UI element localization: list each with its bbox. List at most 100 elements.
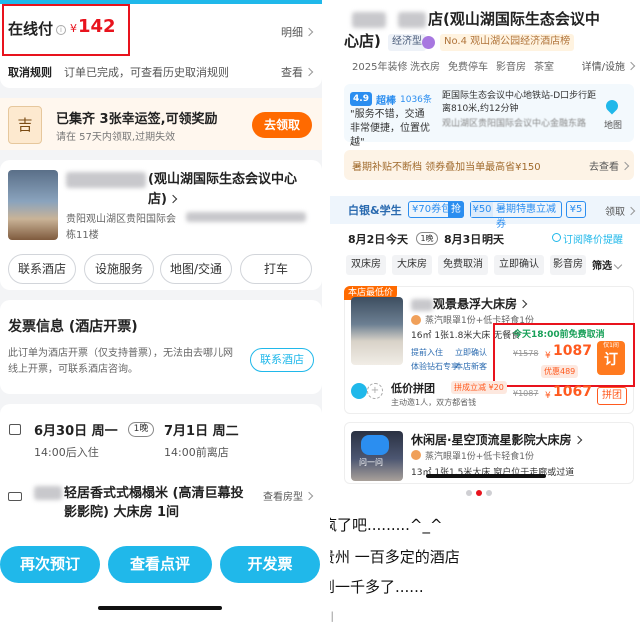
- summer-subsidy-banner[interactable]: 暑期补贴不断档 领券叠加当单最高省¥150 去查看: [344, 150, 634, 180]
- issue-invoice-button[interactable]: 开发票: [220, 546, 320, 583]
- redacted-title-a: [352, 12, 386, 28]
- caption-area: 疯了吧.........^_^ 贵州 一百多定的酒店 到一千多了...... 川: [330, 484, 640, 624]
- hotel-address: 贵阳观山湖区贵阳国际会: [66, 214, 176, 225]
- summer-coupon-amount: ¥50: [471, 202, 493, 217]
- view-room-link[interactable]: 查看房型: [263, 488, 314, 503]
- filter-twin-room[interactable]: 双床房: [346, 255, 386, 275]
- assistant-icon[interactable]: [361, 435, 389, 455]
- nights-badge: 1晚: [128, 422, 154, 437]
- price-alert-link[interactable]: 订阅降价提醒: [563, 231, 623, 246]
- perk-diamond: 体验钻石专享: [411, 362, 459, 371]
- collect-text: 领取: [605, 207, 625, 218]
- cancel-rule-link[interactable]: 查看: [281, 64, 314, 80]
- perk-new-guest: 本店新客: [455, 362, 487, 371]
- coupon-pack-text: ¥70券包: [412, 204, 452, 215]
- checkout-time: 14:00前离店: [164, 446, 229, 459]
- hotel-name[interactable]: (观山湖国际生态会议中心店): [148, 170, 308, 210]
- filter-button[interactable]: 筛选: [592, 257, 623, 272]
- perk-instant-confirm: 立即确认: [455, 348, 487, 357]
- checkin-date: 6月30日 周一: [34, 424, 118, 439]
- group-buy-button[interactable]: 拼团: [597, 387, 627, 405]
- cancel-rule-link-text: 查看: [281, 66, 303, 79]
- hotel-title-line2: 心店): [344, 32, 381, 50]
- nights-badge: 1晚: [416, 232, 438, 245]
- review-level: 超棒: [376, 96, 396, 107]
- assistant-label[interactable]: 问一问: [359, 457, 383, 468]
- summer-coupon[interactable]: ¥50 暑期特惠立减券: [470, 201, 562, 230]
- room1-name[interactable]: 观景悬浮大床房: [433, 295, 528, 312]
- group-buy-title: 低价拼团: [391, 382, 435, 395]
- rebook-button[interactable]: 再次预订: [0, 546, 100, 583]
- claim-reward-button[interactable]: 去领取: [252, 112, 312, 138]
- hotel-type-tag: 经济型: [388, 34, 426, 51]
- room-card-1[interactable]: 本店最低价 观景悬浮大床房 蒸汽眼罩1份+低卡轻食1份 16㎡ 1张1.8米大床…: [344, 286, 635, 414]
- feature-theater: 影音房: [496, 62, 526, 73]
- taxi-button[interactable]: 打车: [240, 254, 312, 284]
- chevron-right-icon: [304, 491, 314, 501]
- checkout-date: 7月1日 周二: [164, 424, 239, 439]
- checkin-day: 今天: [386, 233, 408, 246]
- pager-dot-3: [486, 490, 492, 496]
- caption-line-2: 贵州 一百多定的酒店: [330, 548, 460, 566]
- map-pin-icon: [603, 97, 621, 115]
- invoice-card: 发票信息 (酒店开票) 此订单为酒店开票（仅支持普票），无法由去哪儿网线上开票，…: [0, 300, 322, 394]
- hotel-detail-content: 店(观山湖国际生态会议中 心店) 经济型 No.4 观山湖公园经济酒店榜 202…: [330, 0, 640, 484]
- hotel-title-line1: 店(观山湖国际生态会议中: [428, 10, 600, 28]
- details-facilities-link[interactable]: 详情/设施: [582, 58, 636, 73]
- chevron-down-icon: [613, 260, 623, 270]
- hotel-detail-screen: 店(观山湖国际生态会议中 心店) 经济型 No.4 观山湖公园经济酒店榜 202…: [330, 0, 640, 624]
- diamond-icon: [422, 36, 435, 49]
- collect-coupons-link[interactable]: 领取: [605, 203, 636, 218]
- payment-detail-link[interactable]: 明细: [281, 24, 314, 40]
- filter-free-cancel[interactable]: 免费取消: [438, 255, 488, 275]
- feature-renovation: 2025年装修: [352, 62, 408, 73]
- filter-king-room[interactable]: 大床房: [392, 255, 432, 275]
- hotel-name-text: (观山湖国际生态会议中心店): [148, 172, 297, 207]
- promo-subtitle: 请在 57天内领取,过期失效: [56, 132, 176, 143]
- subsidy-link[interactable]: 去查看: [589, 158, 630, 173]
- facilities-button[interactable]: 设施服务: [84, 254, 154, 284]
- feature-parking: 免费停车: [448, 62, 488, 73]
- contact-hotel-button[interactable]: 联系酒店: [8, 254, 76, 284]
- caption-line-1: 疯了吧.........^_^: [330, 516, 443, 534]
- filter-text: 筛选: [592, 261, 612, 272]
- checkout-date[interactable]: 8月3日: [444, 231, 481, 247]
- room2-name[interactable]: 休闲居·星空顶流星影院大床房: [411, 431, 582, 448]
- chevron-right-icon: [168, 194, 178, 204]
- room-photo-1: [351, 297, 403, 365]
- highlight-box: [2, 4, 130, 56]
- redacted-title-b: [398, 12, 426, 28]
- hotel-address-tail: 栋11楼: [66, 230, 99, 241]
- coupon-small[interactable]: ¥5: [566, 201, 586, 218]
- view-reviews-button[interactable]: 查看点评: [108, 546, 212, 583]
- map-label: 地图: [604, 121, 623, 131]
- group-buy-sub: 主动邀1人，双方都省钱: [391, 398, 477, 407]
- filter-theater[interactable]: 影音房: [550, 255, 586, 275]
- hotel-rank-tag[interactable]: No.4 观山湖公园经济酒店榜: [440, 34, 575, 51]
- subsidy-text: 暑期补贴不断档 领券叠加当单最高省¥150: [352, 162, 541, 173]
- gift-icon: [411, 315, 421, 325]
- map-traffic-button[interactable]: 地图/交通: [160, 254, 232, 284]
- redacted-room-prefix: [34, 486, 62, 500]
- review-location-card[interactable]: 4.9 超棒 1036条 "服务不错，交通非常便捷，位置优越" 距国际生态会议中…: [344, 84, 634, 148]
- subsidy-link-text: 去查看: [589, 162, 619, 173]
- checkin-date[interactable]: 8月2日: [348, 231, 385, 247]
- filter-instant-confirm[interactable]: 立即确认: [494, 255, 544, 275]
- review-score: 4.9: [350, 92, 372, 106]
- chevron-right-icon: [620, 161, 630, 171]
- grab-coupon-button[interactable]: 抢: [448, 201, 464, 218]
- payment-card: 在线付 i ¥ 142 明细 取消规则 订单已完成，可查看历史取消规则 查看: [0, 0, 322, 88]
- invoice-contact-button[interactable]: 联系酒店: [250, 348, 314, 372]
- group-old-price: ¥1087: [513, 389, 539, 398]
- pager-dot-1: [466, 490, 472, 496]
- bottom-action-bar: 再次预订 查看点评 开发票: [0, 538, 322, 624]
- screenshot-root: 在线付 i ¥ 142 明细 取消规则 订单已完成，可查看历史取消规则 查看 吉…: [0, 0, 640, 624]
- lucky-sign-icon: 吉: [8, 106, 42, 144]
- redacted-address: [186, 212, 306, 222]
- caption-line-3: 到一千多了......: [330, 578, 424, 596]
- order-detail-screen: 在线付 i ¥ 142 明细 取消规则 订单已完成，可查看历史取消规则 查看 吉…: [0, 0, 322, 624]
- review-quote: "服务不错，交通非常便捷，位置优越": [350, 109, 430, 148]
- invite-plus-icon[interactable]: +: [367, 383, 383, 399]
- checkout-day: 明天: [482, 233, 504, 246]
- coupon-pack[interactable]: ¥70券包抢: [408, 201, 464, 218]
